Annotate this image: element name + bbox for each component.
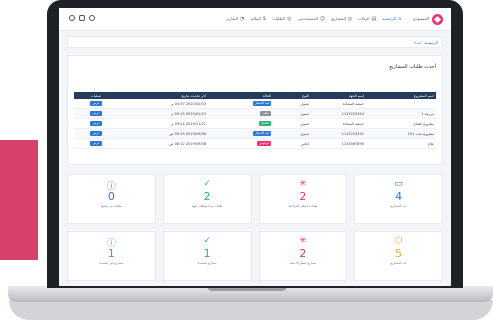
cell-date: 2020/02/03 04:57 م [171, 101, 206, 106]
cell-entity: 1234567890 [341, 141, 364, 146]
stat-card-approved-projects[interactable]: ✓ 1 مشاريع معتمدة [162, 231, 252, 281]
cell-project: علاج [427, 141, 434, 146]
cell-date: 2019/11/21 09:24 م [171, 121, 206, 126]
cell-date: 2019/09/08 08:12 ص [169, 141, 206, 146]
breadcrumb-home[interactable]: الرئيسية [424, 40, 438, 45]
table-row: علاج 1234567890 إغاثي مرفوض 2019/09/08 0… [74, 139, 436, 149]
reports-icon: ◔ [239, 16, 245, 22]
stat-card-projects-count[interactable]: ⬡ 5 عدد المشاريع [354, 231, 443, 281]
cell-type: تنموي [300, 101, 309, 106]
header-project: اسم المشروع [413, 93, 434, 98]
stat-card-approved[interactable]: ✓ 2 طلبات تم الموافقة عليها [162, 174, 252, 224]
view-button[interactable]: عرض [90, 101, 102, 106]
cell-type: تنموي [300, 131, 309, 136]
brand-name: المستودع [413, 16, 429, 21]
stat-card-unapproved-projects[interactable]: ⓘ 1 مشاريع غير معتمدة [67, 231, 156, 281]
home-icon: ⌂ [398, 16, 402, 22]
mail-icon[interactable] [79, 15, 85, 21]
stat-value: 0 [107, 190, 115, 203]
breadcrumb: الرئيسية / عداد [67, 36, 443, 48]
stat-card-pending[interactable]: ✳ 2 طلبات بانتظار المراجعة [258, 174, 348, 224]
main-nav: ⌂الرئيسية ▤الرفات ◎المشاريع ☺المستخدمين … [226, 16, 401, 22]
stat-value: 1 [107, 247, 115, 260]
stat-card-awaiting-approval[interactable]: ✳ 2 مشاريع تنتظر الاعتماد [258, 231, 348, 281]
stat-label: طلبات بانتظار المراجعة [288, 204, 318, 208]
cell-project: مشروع بحث 101 [407, 131, 434, 136]
notification-icon[interactable] [89, 15, 95, 21]
top-right-icons [69, 15, 95, 21]
stat-label: طلبات تم رفضها [101, 204, 122, 208]
table-row: مشروع الشاي جمعية السعادة تنموي مكتمل 20… [74, 119, 436, 129]
nav-item-reports[interactable]: ◔التقارير [226, 16, 244, 22]
header-status: الحالة [262, 93, 271, 98]
table-row: جمعية السعادة تنموي قيد الانتظار 2020/02… [74, 99, 436, 109]
view-button[interactable]: عرض [90, 111, 102, 116]
cell-type: تنموي [300, 121, 309, 126]
breadcrumb-separator: / [420, 39, 423, 45]
users-icon: ☺ [320, 16, 326, 22]
projects-icon: ◎ [347, 16, 353, 22]
stat-card-projects[interactable]: ▭ 4 عدد المشاريع [354, 174, 443, 224]
view-button[interactable]: عرض [90, 121, 102, 126]
table-header: اسم المشروع إسم الجهة النوع الحالة آخر ت… [74, 92, 436, 99]
stat-value: 1 [203, 247, 211, 260]
requests-table: اسم المشروع إسم الجهة النوع الحالة آخر ت… [74, 92, 436, 149]
table-row: مشروع بحث 101 1115223341 تنموي قيد الانت… [74, 129, 436, 139]
recent-requests-panel: أحدث طلبات المشاريع اسم المشروع إسم الجه… [67, 55, 443, 165]
laptop-shadow [9, 300, 493, 320]
view-button[interactable]: عرض [90, 131, 102, 136]
status-badge: مكتمل [258, 121, 271, 126]
top-navigation-bar: المستودع ⌂الرئيسية ▤الرفات ◎المشاريع ☺ال… [59, 8, 451, 31]
cell-type: إغاثي [301, 141, 309, 146]
nav-item-projects[interactable]: ◎المشاريع [331, 16, 352, 22]
nav-item-users[interactable]: ☺المستخدمين [298, 16, 326, 22]
status-badge: ملغي [260, 111, 271, 116]
stats-cards: ▭ 4 عدد المشاريع ✳ 2 طلبات بانتظار المرا… [67, 174, 443, 281]
finance-icon: $ [262, 16, 266, 22]
status-badge: قيد الانتظار [253, 131, 271, 136]
app-screen: المستودع ⌂الرئيسية ▤الرفات ◎المشاريع ☺ال… [59, 8, 451, 286]
stat-value: 2 [299, 190, 307, 203]
stat-card-rejected[interactable]: ⓘ 0 طلبات تم رفضها [67, 174, 156, 224]
cell-project: مزرعة 1 [421, 111, 434, 116]
decorative-pink-block [0, 140, 38, 260]
stat-value: 4 [395, 190, 403, 203]
nav-item-archive[interactable]: ▤الرفات [358, 16, 376, 22]
cell-entity: جمعية السعادة [342, 101, 364, 106]
cell-entity: 1115223344 [341, 111, 364, 116]
breadcrumb-current: عداد [413, 39, 421, 45]
cell-entity: 1115223341 [341, 131, 364, 136]
stat-label: عدد المشاريع [390, 204, 407, 208]
stat-value: 5 [395, 247, 403, 260]
table-row: مزرعة 1 1115223344 تنموي ملغي 2020/01/15… [74, 109, 436, 119]
panel-title: أحدث طلبات المشاريع [389, 64, 436, 70]
view-button[interactable]: عرض [90, 141, 102, 146]
stat-label: مشاريع غير معتمدة [99, 261, 124, 265]
cell-entity: جمعية السعادة [342, 121, 364, 126]
header-entity: إسم الجهة [348, 93, 364, 98]
header-type: النوع [302, 93, 309, 98]
brand-logo-icon [432, 13, 443, 25]
header-updated: آخر تحديث بتاريخ [181, 93, 206, 98]
cell-project: مشروع الشاي [413, 121, 434, 126]
cell-type: تنموي [300, 111, 309, 116]
settings-icon[interactable] [69, 15, 75, 21]
status-badge: مرفوض [257, 141, 271, 146]
stat-value: 2 [203, 190, 211, 203]
cell-date: 2020/01/15 09:15 م [171, 111, 206, 116]
header-actions: عمليات [90, 93, 102, 98]
stat-label: مشاريع تنتظر الاعتماد [289, 261, 317, 265]
archive-icon: ▤ [371, 16, 377, 22]
cell-date: 2019/09/08 09:15 ص [169, 131, 206, 136]
stat-label: طلبات تم الموافقة عليها [192, 204, 223, 208]
stat-label: عدد المشاريع [390, 261, 407, 265]
stat-label: مشاريع معتمدة [197, 261, 217, 265]
brand[interactable]: المستودع [413, 13, 451, 25]
stat-value: 2 [299, 247, 307, 260]
status-badge: قيد الانتظار [253, 101, 271, 106]
requests-icon: ◎ [287, 16, 292, 22]
nav-item-requests[interactable]: ◎الطلبات [272, 16, 292, 22]
nav-item-home[interactable]: ⌂الرئيسية [382, 16, 401, 22]
nav-item-finance[interactable]: $المالية [250, 16, 266, 22]
